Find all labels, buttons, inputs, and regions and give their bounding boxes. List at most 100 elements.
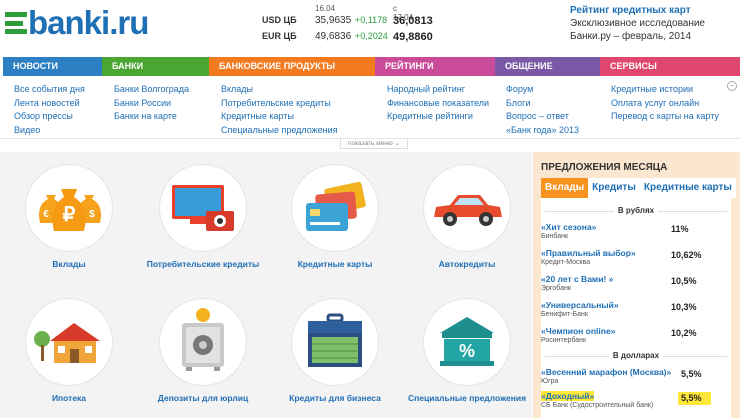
house-icon xyxy=(26,299,112,385)
submenu-link[interactable]: Оплата услуг онлайн xyxy=(611,97,719,111)
offer-rate: 11% xyxy=(668,223,701,236)
product-tile-mortgage[interactable]: Ипотека xyxy=(4,286,134,416)
bank-percent-icon: % xyxy=(424,299,510,385)
submenu-link[interactable]: Потребительские кредиты xyxy=(221,97,338,111)
offers-of-month: ПРЕДЛОЖЕНИЯ МЕСЯЦА Вклады Кредиты Кредит… xyxy=(533,152,740,418)
car-icon xyxy=(424,165,510,251)
offer-row[interactable]: «Хит сезона» Бинбанк 11% xyxy=(541,222,731,244)
product-tile-deposits[interactable]: ₽ € $ Вклады xyxy=(4,152,134,277)
safe-icon xyxy=(160,299,246,385)
offer-row[interactable]: «Чемпион online» Росинтербанк 10,2% xyxy=(541,326,731,348)
show-menu-label: показать меню xyxy=(347,140,393,147)
offer-row[interactable]: «Весенний марафон (Москва)» Югра 5,5% xyxy=(541,367,731,389)
submenu-link[interactable]: Лента новостей xyxy=(14,97,85,111)
submenu-link[interactable]: Финансовые показатели xyxy=(387,97,489,111)
offer-rate: 10,2% xyxy=(668,327,701,340)
offer-row[interactable]: «Правильный выбор» Кредит-Москва 10,62% xyxy=(541,248,731,270)
offer-row[interactable]: «20 лет с Вами! » Эргобанк 10,5% xyxy=(541,274,731,296)
site-logo[interactable]: banki.ru xyxy=(5,4,149,41)
submenu-link[interactable]: Народный рейтинг xyxy=(387,83,489,97)
submenu-link[interactable]: Банки России xyxy=(114,97,189,111)
submenu-link[interactable]: Специальные предложения xyxy=(221,124,338,138)
nav-tab-ratings[interactable]: РЕЙТИНГИ xyxy=(375,57,495,76)
product-label: Кредитные карты xyxy=(297,259,373,269)
usd-section-text: В долларах xyxy=(608,351,664,360)
product-tile-credit-cards[interactable]: Кредитные карты xyxy=(270,152,400,277)
svg-text:$: $ xyxy=(89,209,95,220)
nav-tab-banks[interactable]: БАНКИ xyxy=(102,57,209,76)
submenu-link[interactable]: Кредитные рейтинги xyxy=(387,110,489,124)
submenu-link[interactable]: Видео xyxy=(14,124,85,138)
offer-name-link[interactable]: «20 лет с Вами! » xyxy=(541,274,613,284)
tv-camera-icon xyxy=(160,165,246,251)
product-label: Потребительские кредиты xyxy=(146,259,260,269)
eur-rate-row[interactable]: EUR ЦБ 49,6836 +0,2024 49,8860 xyxy=(262,31,433,45)
offer-name-link[interactable]: «Весенний марафон (Москва)» xyxy=(541,367,671,377)
offer-name-link[interactable]: «Чемпион online» xyxy=(541,326,615,336)
offer-name-link[interactable]: «Правильный выбор» xyxy=(541,248,636,258)
submenu-link[interactable]: Обзор прессы xyxy=(14,110,85,124)
submenu-col-community: Форум Блоги Вопрос – ответ «Банк года» 2… xyxy=(506,83,579,137)
submenu-col-products: Вклады Потребительские кредиты Кредитные… xyxy=(221,83,338,137)
submenu-col-news: Все события дня Лента новостей Обзор пре… xyxy=(14,83,85,137)
rub-section-label: В рублях xyxy=(541,206,731,215)
submenu-link[interactable]: Форум xyxy=(506,83,579,97)
product-tile-business-credit[interactable]: Кредиты для бизнеса xyxy=(270,286,400,416)
submenu-link[interactable]: Банки на карте xyxy=(114,110,189,124)
submenu-link[interactable]: Банки Волгограда xyxy=(114,83,189,97)
nav-tab-label: СЕРВИСЫ xyxy=(610,61,657,71)
offers-tabs: Вклады Кредиты Кредитные карты xyxy=(541,178,736,198)
submenu-link[interactable]: «Банк года» 2013 xyxy=(506,124,579,138)
nav-tab-community[interactable]: ОБЩЕНИЕ xyxy=(495,57,600,76)
offer-rate: 5,5% xyxy=(678,392,711,405)
credit-cards-icon xyxy=(292,165,378,251)
product-label: Кредиты для бизнеса xyxy=(289,393,381,403)
submenu-link[interactable]: Вопрос – ответ xyxy=(506,110,579,124)
product-tile-corporate-deposits[interactable]: Депозиты для юрлиц xyxy=(138,286,268,416)
nav-tab-products[interactable]: БАНКОВСКИЕ ПРОДУКТЫ xyxy=(209,57,375,76)
usd-rate-row[interactable]: USD ЦБ 35,9635 +0,1178 36,0813 xyxy=(262,15,433,29)
offer-row[interactable]: «Универсальный» Бенифит-Банк 10,3% xyxy=(541,300,731,322)
submenu-col-ratings: Народный рейтинг Финансовые показатели К… xyxy=(387,83,489,124)
eur-change: +0,2024 xyxy=(355,31,388,41)
product-tile-special-offers[interactable]: % Специальные предложения xyxy=(402,286,532,416)
offer-bank: Бенифит-Банк xyxy=(541,311,588,318)
offer-rate: 5,5% xyxy=(678,368,711,381)
product-label: Автокредиты xyxy=(438,259,496,269)
promo-title-link[interactable]: Рейтинг кредитных карт xyxy=(570,4,738,17)
submenu-link[interactable]: Блоги xyxy=(506,97,579,111)
submenu-link[interactable]: Перевод с карты на карту xyxy=(611,110,719,124)
show-menu-button[interactable]: показать меню ⌄ xyxy=(340,139,408,149)
offer-rate: 10,62% xyxy=(668,249,702,262)
offer-name-link[interactable]: «Хит сезона» xyxy=(541,222,596,232)
offer-name-link[interactable]: «Универсальный» xyxy=(541,300,619,310)
eur-label: EUR ЦБ xyxy=(262,31,297,41)
offer-row[interactable]: «Доходный» СБ Банк (Судостроительный бан… xyxy=(541,391,731,413)
nav-submenu: Все события дня Лента новостей Обзор пре… xyxy=(3,78,740,140)
tab-credit-cards[interactable]: Кредитные карты xyxy=(639,178,736,198)
product-tile-auto-credit[interactable]: Автокредиты xyxy=(402,152,532,277)
offer-name-link[interactable]: «Доходный» xyxy=(541,391,595,401)
offer-bank: Эргобанк xyxy=(541,285,571,292)
collapse-menu-icon[interactable]: − xyxy=(727,81,737,91)
submenu-link[interactable]: Вклады xyxy=(221,83,338,97)
offer-rate: 10,3% xyxy=(668,301,701,314)
submenu-link[interactable]: Все события дня xyxy=(14,83,85,97)
submenu-link[interactable]: Кредитные карты xyxy=(221,110,338,124)
nav-tab-label: НОВОСТИ xyxy=(13,61,59,71)
nav-tab-services[interactable]: СЕРВИСЫ xyxy=(600,57,740,76)
product-tile-consumer-credit[interactable]: Потребительские кредиты xyxy=(138,152,268,277)
offer-bank: Росинтербанк xyxy=(541,337,587,344)
tab-deposits[interactable]: Вклады xyxy=(541,178,589,198)
submenu-link[interactable]: Кредитные истории xyxy=(611,83,719,97)
usd-new: 36,0813 xyxy=(393,15,433,27)
submenu-col-banks: Банки Волгограда Банки России Банки на к… xyxy=(114,83,189,124)
product-label: Ипотека xyxy=(51,393,87,403)
nav-tab-news[interactable]: НОВОСТИ xyxy=(3,57,102,76)
product-label: Специальные предложения xyxy=(407,393,527,403)
tab-credits[interactable]: Кредиты xyxy=(588,178,640,198)
eur-old: 49,6836 xyxy=(315,31,352,42)
offer-rate: 10,5% xyxy=(668,275,701,288)
usd-change: +0,1178 xyxy=(355,15,388,25)
main-nav: НОВОСТИ БАНКИ БАНКОВСКИЕ ПРОДУКТЫ РЕЙТИН… xyxy=(3,57,740,76)
